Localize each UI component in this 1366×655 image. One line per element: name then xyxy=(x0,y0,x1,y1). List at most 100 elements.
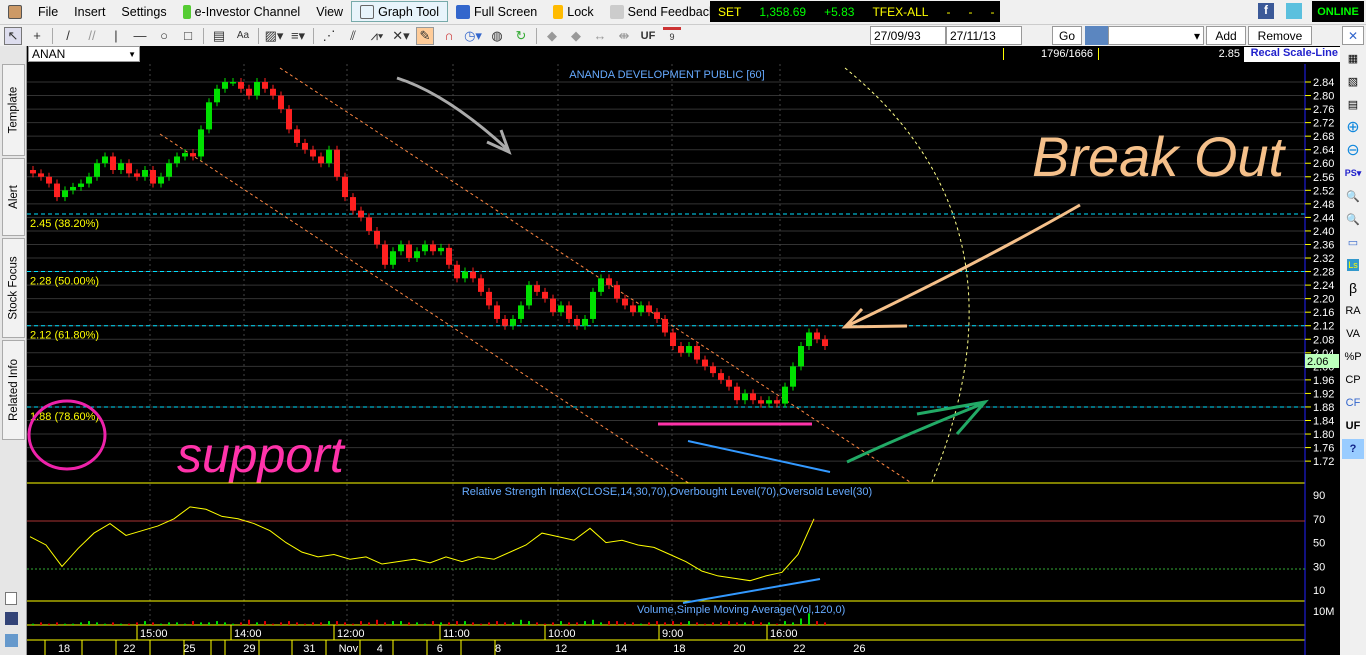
facebook-icon[interactable]: f xyxy=(1258,3,1274,19)
menu-send-feedback[interactable]: Send Feedback xyxy=(602,1,724,22)
text-tool[interactable]: Aa xyxy=(234,27,252,45)
volume-bar xyxy=(616,621,618,625)
delete-dropdown[interactable]: ✕▾ xyxy=(392,27,410,45)
date-from-field[interactable]: 27/09/93 xyxy=(870,26,946,45)
line-style-dropdown[interactable]: ≡▾ xyxy=(289,27,307,45)
rectangle-tool[interactable]: □ xyxy=(179,27,197,45)
scroll-right-button[interactable]: ◆ xyxy=(567,27,585,45)
stock-chart[interactable]: 2.45 (38.20%) 2.28 (50.00%) 2.12 (61.80%) 1… xyxy=(27,64,1340,655)
cf-button[interactable]: CF xyxy=(1342,393,1364,413)
menu-view[interactable]: View xyxy=(308,1,351,22)
y-tick-label: 2.40 xyxy=(1313,226,1334,238)
calculator-icon[interactable] xyxy=(5,634,18,647)
volume-bar xyxy=(56,622,58,625)
properties-icon[interactable]: ▤ xyxy=(1342,94,1364,114)
beta-button[interactable]: β xyxy=(1342,278,1364,298)
uf-side-button[interactable]: UF xyxy=(1342,416,1364,436)
ra-button[interactable]: RA xyxy=(1342,301,1364,321)
volume-bar xyxy=(504,622,506,625)
add-button[interactable]: Add xyxy=(1206,26,1246,45)
magnify-plus-icon[interactable]: 🔍 xyxy=(1342,186,1364,206)
horizontal-line-tool[interactable]: — xyxy=(131,27,149,45)
menu-full-screen[interactable]: Full Screen xyxy=(448,1,545,22)
menu-graph-tool[interactable]: Graph Tool xyxy=(351,1,449,22)
calendar-button[interactable]: 9 xyxy=(663,26,681,45)
close-icon[interactable]: ✕ xyxy=(1342,26,1364,45)
y-tick-label: 1.96 xyxy=(1313,375,1334,387)
circle-tool[interactable]: ○ xyxy=(155,27,173,45)
fill-style-dropdown[interactable]: ▨▾ xyxy=(265,27,284,45)
menu-bar: File Insert Settings e-Investor Channel … xyxy=(0,0,1366,23)
save-icon[interactable] xyxy=(5,612,18,625)
refresh-icon[interactable]: ↻ xyxy=(512,27,530,45)
menu-settings[interactable]: Settings xyxy=(113,1,174,22)
magnify-minus-icon[interactable]: 🔍 xyxy=(1342,209,1364,229)
uf-button[interactable]: UF xyxy=(639,27,657,45)
volume-bar xyxy=(360,621,362,625)
date-label: 18 xyxy=(58,643,70,655)
va-button[interactable]: VA xyxy=(1342,324,1364,344)
fan-tool[interactable]: ⋰ xyxy=(320,27,338,45)
volume-tick-label: 10M xyxy=(1313,606,1334,618)
divider xyxy=(313,27,314,44)
wave-tool[interactable]: ⩘▾ xyxy=(368,27,386,45)
remove-button[interactable]: Remove xyxy=(1248,26,1312,45)
candle-down xyxy=(374,230,380,245)
tab-alert[interactable]: Alert xyxy=(2,158,25,236)
percent-p-button[interactable]: %P xyxy=(1342,347,1364,367)
volume-bar xyxy=(448,622,450,625)
rsi-tick-label: 70 xyxy=(1313,514,1325,526)
ticker-dash: - xyxy=(968,4,973,19)
ps-dropdown[interactable]: PS▾ xyxy=(1342,163,1364,183)
menu-insert[interactable]: Insert xyxy=(66,1,113,22)
expand-button[interactable]: ↔ xyxy=(591,27,609,45)
volume-bar xyxy=(584,621,586,625)
pencil-tool[interactable]: ✎ xyxy=(416,26,434,45)
fork-tool[interactable]: ⫽ xyxy=(344,27,362,45)
trendline-tool[interactable]: / xyxy=(59,27,77,45)
twitter-icon[interactable] xyxy=(1286,3,1302,19)
scroll-left-button[interactable]: ◆ xyxy=(543,27,561,45)
grid-icon[interactable]: ▦ xyxy=(1342,48,1364,68)
candle-up xyxy=(766,400,772,404)
clock-dropdown[interactable]: ◷▾ xyxy=(464,27,482,45)
new-document-icon[interactable] xyxy=(5,592,17,605)
help-button[interactable]: ? xyxy=(1342,439,1364,459)
menu-e-investor-channel[interactable]: e-Investor Channel xyxy=(175,1,309,22)
tab-related-info[interactable]: Related Info xyxy=(2,340,25,440)
home-button[interactable] xyxy=(0,1,30,22)
volume-bar xyxy=(536,622,538,625)
menu-file[interactable]: File xyxy=(30,1,66,22)
vertical-line-tool[interactable]: | xyxy=(107,27,125,45)
recal-scale-line-button[interactable]: Recal Scale-Line xyxy=(1244,47,1340,62)
magnet-icon[interactable]: ∩ xyxy=(440,27,458,45)
folder-icon[interactable] xyxy=(1085,26,1108,45)
menu-lock[interactable]: Lock xyxy=(545,1,601,22)
rsi-tick-label: 50 xyxy=(1313,538,1325,550)
feedback-icon xyxy=(609,4,624,19)
template-dropdown[interactable]: ▾ xyxy=(1108,26,1204,45)
ls-icon[interactable]: Ls xyxy=(1342,255,1364,275)
cp-button[interactable]: CP xyxy=(1342,370,1364,390)
tab-stock-focus[interactable]: Stock Focus xyxy=(2,238,25,338)
add-chart-icon[interactable]: ▧ xyxy=(1342,71,1364,91)
crosshair-tool[interactable]: + xyxy=(28,27,46,45)
go-button[interactable]: Go xyxy=(1052,26,1082,45)
window-icon[interactable]: ▭ xyxy=(1342,232,1364,252)
date-to-field[interactable]: 27/11/13 xyxy=(946,26,1022,45)
compress-button[interactable]: ⇼ xyxy=(615,27,633,45)
candle-up xyxy=(70,186,76,191)
note-tool[interactable]: ▤ xyxy=(210,27,228,45)
zoom-in-circle-icon[interactable]: ⊕ xyxy=(1342,117,1364,137)
volume-bar xyxy=(640,623,642,625)
menu-label: Lock xyxy=(567,4,594,19)
menu-label: Graph Tool xyxy=(378,4,440,19)
parallel-line-tool[interactable]: // xyxy=(83,27,101,45)
tab-template[interactable]: Template xyxy=(2,64,25,156)
candle-up xyxy=(78,183,84,187)
zoom-out-circle-icon[interactable]: ⊖ xyxy=(1342,140,1364,160)
symbol-select[interactable]: ANAN ▼ xyxy=(28,46,140,62)
volume-bar xyxy=(48,623,50,625)
palette-icon[interactable]: ◍ xyxy=(488,27,506,45)
pointer-tool[interactable]: ↖ xyxy=(4,26,22,45)
